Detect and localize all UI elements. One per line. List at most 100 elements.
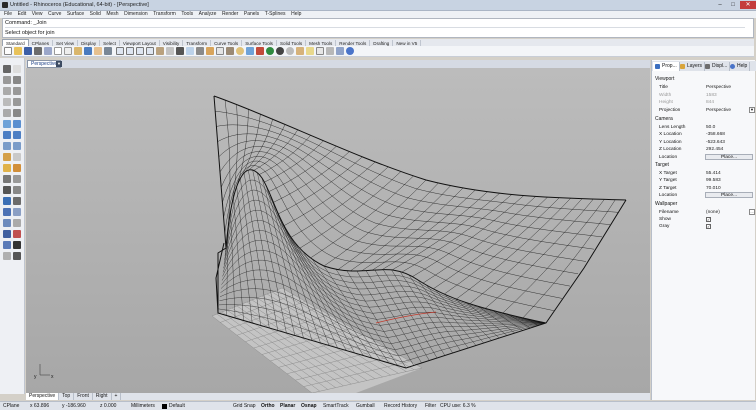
surface-icon[interactable] (3, 120, 11, 128)
y-target-field[interactable]: 99.583 (705, 177, 751, 184)
zoom-window-icon[interactable] (126, 47, 134, 55)
import-icon[interactable] (44, 47, 52, 55)
tab-display[interactable]: Displ... (703, 62, 731, 71)
save-icon[interactable] (24, 47, 32, 55)
four-view-icon[interactable] (166, 47, 174, 55)
zoom-selected-icon[interactable] (146, 47, 154, 55)
filename-field[interactable]: (none) (705, 209, 751, 216)
layer-icon[interactable] (246, 47, 254, 55)
orient-icon[interactable] (13, 219, 21, 227)
text-icon[interactable] (13, 153, 21, 161)
ellipse-icon[interactable] (3, 98, 11, 106)
x-target-field[interactable]: 55.414 (705, 170, 751, 177)
select-arrow-icon[interactable] (3, 65, 11, 73)
tab-help[interactable]: Help (728, 62, 751, 71)
camera-place-button[interactable]: Place... (705, 154, 753, 160)
menu-render[interactable]: Render (222, 11, 238, 18)
mesh-icon[interactable] (3, 153, 11, 161)
rectangle-icon[interactable] (13, 98, 21, 106)
paste-icon[interactable] (74, 47, 82, 55)
polygon-icon[interactable] (3, 109, 11, 117)
cut-icon[interactable] (54, 47, 62, 55)
menu-curve[interactable]: Curve (48, 11, 61, 18)
planar-toggle[interactable]: Planar (280, 403, 295, 410)
check-icon[interactable] (13, 241, 21, 249)
view-tab-right[interactable]: Right (93, 393, 112, 400)
analyze-icon[interactable] (13, 230, 21, 238)
render-icon[interactable] (296, 47, 304, 55)
array-icon[interactable] (3, 219, 11, 227)
extrude-icon[interactable] (3, 131, 11, 139)
trim-icon[interactable] (13, 164, 21, 172)
gray-checkbox[interactable]: ✓ (706, 224, 711, 229)
browse-file-button[interactable]: ... (749, 209, 755, 215)
viewport-menu-arrow[interactable]: ▼ (56, 61, 62, 67)
camera-icon[interactable] (336, 47, 344, 55)
rotate-view-icon[interactable] (104, 47, 112, 55)
layout-icon[interactable] (3, 252, 11, 260)
loft-icon[interactable] (13, 120, 21, 128)
curve-icon[interactable] (13, 76, 21, 84)
light-bulb-icon[interactable] (236, 47, 244, 55)
menu-panels[interactable]: Panels (244, 11, 259, 18)
rotate-icon[interactable] (13, 197, 21, 205)
join-icon[interactable] (13, 175, 21, 183)
grid-icon[interactable] (176, 47, 184, 55)
zoom-extents-icon[interactable] (136, 47, 144, 55)
cplane-indicator[interactable]: CPlane (3, 403, 19, 410)
add-view-tab-button[interactable]: + (112, 393, 122, 400)
tab-layers[interactable]: Layers (678, 62, 706, 71)
open-icon[interactable] (14, 47, 22, 55)
lock-icon[interactable] (216, 47, 224, 55)
options-icon[interactable] (316, 47, 324, 55)
undo-icon[interactable] (84, 47, 92, 55)
material-icon[interactable] (306, 47, 314, 55)
new-icon[interactable] (4, 47, 12, 55)
point-icon[interactable] (13, 65, 21, 73)
record-history-toggle[interactable]: Record History (384, 403, 417, 410)
help-icon[interactable] (346, 47, 354, 55)
menu-edit[interactable]: Edit (18, 11, 27, 18)
menu-analyze[interactable]: Analyze (199, 11, 217, 18)
current-layer[interactable]: Default (169, 403, 185, 410)
move-icon[interactable] (3, 197, 11, 205)
pan-hand-icon[interactable] (94, 47, 102, 55)
gumball-toggle[interactable]: Gumball (356, 403, 375, 410)
circle-icon[interactable] (3, 87, 11, 95)
print-icon[interactable] (34, 47, 42, 55)
polyline-icon[interactable] (3, 76, 11, 84)
sweep-icon[interactable] (13, 131, 21, 139)
target-place-button[interactable]: Place... (705, 192, 753, 198)
shaded-sphere-icon[interactable] (276, 47, 284, 55)
dimension-icon[interactable] (3, 230, 11, 238)
solid-sphere-icon[interactable] (13, 142, 21, 150)
menu-view[interactable]: View (32, 11, 43, 18)
command-prompt[interactable]: Select object for join (5, 29, 55, 37)
color-wheel-icon[interactable] (256, 47, 264, 55)
select-icon[interactable] (196, 47, 204, 55)
boolean-icon[interactable] (3, 241, 11, 249)
split-icon[interactable] (3, 175, 11, 183)
freeform-curve-icon[interactable] (13, 109, 21, 117)
filter-toggle[interactable]: Filter (425, 403, 436, 410)
menu-surface[interactable]: Surface (67, 11, 84, 18)
x-location-field[interactable]: -358.668 (705, 131, 751, 138)
hide-icon[interactable] (206, 47, 214, 55)
undo-view-icon[interactable] (156, 47, 164, 55)
copy-icon[interactable] (64, 47, 72, 55)
viewport-canvas[interactable]: y x (26, 68, 650, 393)
menu-tools[interactable]: Tools (181, 11, 193, 18)
chevron-down-icon[interactable]: ▼ (749, 107, 755, 113)
mirror-icon[interactable] (13, 208, 21, 216)
grid-snap-toggle[interactable]: Grid Snap (233, 403, 256, 410)
lens-length-field[interactable]: 50.0 (705, 124, 751, 131)
view-tab-perspective[interactable]: Perspective (26, 393, 60, 400)
grid-snap-icon[interactable] (13, 252, 21, 260)
scale-icon[interactable] (3, 208, 11, 216)
tab-standard[interactable]: Standard (2, 39, 29, 46)
display-mode-icon[interactable] (326, 47, 334, 55)
menu-tsplines[interactable]: T-Splines (265, 11, 286, 18)
menu-solid[interactable]: Solid (90, 11, 101, 18)
smarttrack-toggle[interactable]: SmartTrack (323, 403, 349, 410)
maximize-button[interactable]: □ (727, 1, 739, 9)
